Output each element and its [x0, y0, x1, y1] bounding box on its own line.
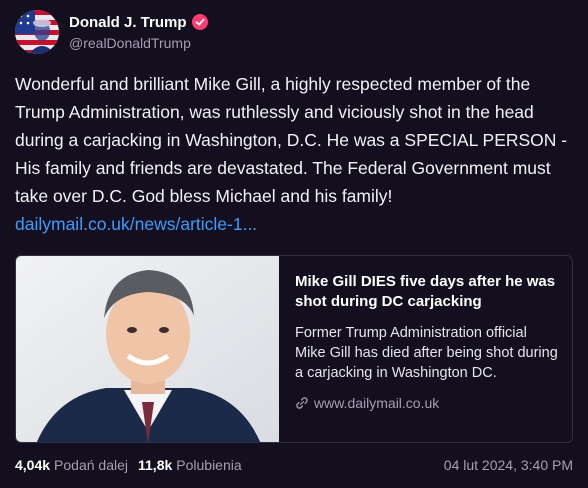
card-domain: www.dailymail.co.uk: [314, 395, 440, 411]
link-preview-card[interactable]: Mike Gill DIES five days after he was sh…: [15, 255, 573, 443]
link-icon: [296, 397, 308, 409]
author-display-name[interactable]: Donald J. Trump: [69, 14, 187, 31]
portrait-photo-icon: [16, 256, 279, 442]
card-image[interactable]: [16, 256, 279, 442]
author-handle[interactable]: @realDonaldTrump: [69, 35, 208, 51]
likes-stat[interactable]: 11,8k Polubienia: [138, 457, 242, 473]
reshares-stat[interactable]: 4,04k Podań dalej: [15, 457, 128, 473]
verified-badge-icon: [191, 14, 208, 30]
post-timestamp[interactable]: 04 lut 2024, 3:40 PM: [444, 457, 573, 473]
avatar[interactable]: [15, 10, 59, 54]
reshares-label: Podań dalej: [54, 457, 128, 473]
card-domain-row: www.dailymail.co.uk: [295, 395, 558, 411]
reshares-count: 4,04k: [15, 457, 51, 473]
post-footer: 4,04k Podań dalej 11,8k Polubienia 04 lut …: [15, 457, 573, 473]
post-header: Donald J. Trump @realDonaldTrump: [15, 10, 208, 54]
post-text: Wonderful and brilliant Mike Gill, a hig…: [15, 74, 568, 206]
likes-count: 11,8k: [138, 457, 173, 473]
card-description: Former Trump Administration official Mik…: [295, 325, 558, 381]
card-title[interactable]: Mike Gill DIES five days after he was sh…: [295, 272, 558, 312]
likes-label: Polubienia: [176, 457, 242, 473]
post-link[interactable]: dailymail.co.uk/news/article-1...: [15, 214, 257, 234]
post-body: Wonderful and brilliant Mike Gill, a hig…: [15, 70, 580, 238]
avatar-flag-portrait-icon: [15, 10, 59, 54]
